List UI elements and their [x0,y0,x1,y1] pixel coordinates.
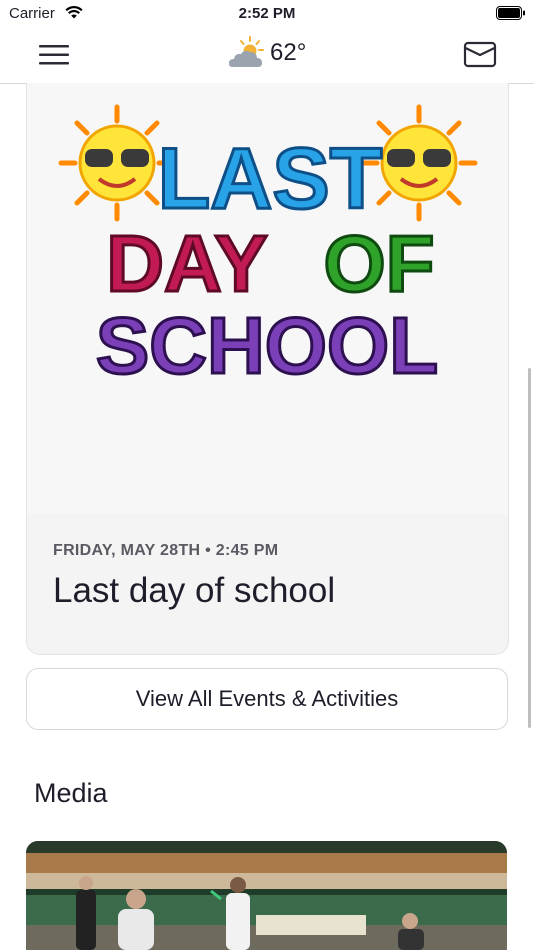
temperature: 62° [270,39,307,66]
image-word-day: DAY [106,219,268,308]
event-card[interactable]: LAST DAY OF SCHOOL FRIDAY, MAY 28TH • 2:… [26,83,509,655]
battery-icon [496,6,525,20]
image-word-of: OF [323,219,434,308]
gym-photo-image [26,841,507,950]
nav-bar: 62° [0,28,534,84]
status-bar: Carrier 2:52 PM [0,0,534,28]
media-section-title: Media [34,778,108,808]
media-thumbnail[interactable] [26,841,507,950]
event-image: LAST DAY OF SCHOOL [27,83,508,514]
image-word-last: LAST [158,131,383,227]
scrollbar[interactable] [528,368,531,728]
envelope-icon [463,41,497,68]
mail-button[interactable] [462,40,498,70]
hamburger-menu-icon [39,45,69,65]
clock: 2:52 PM [238,5,296,22]
menu-button[interactable] [34,40,74,70]
event-title: Last day of school [53,571,336,610]
partly-cloudy-icon [229,36,264,67]
event-date: FRIDAY, MAY 28TH • 2:45 PM [53,542,279,559]
view-all-events-button[interactable]: View All Events & Activities [26,668,508,730]
image-word-school: SCHOOL [96,301,438,390]
